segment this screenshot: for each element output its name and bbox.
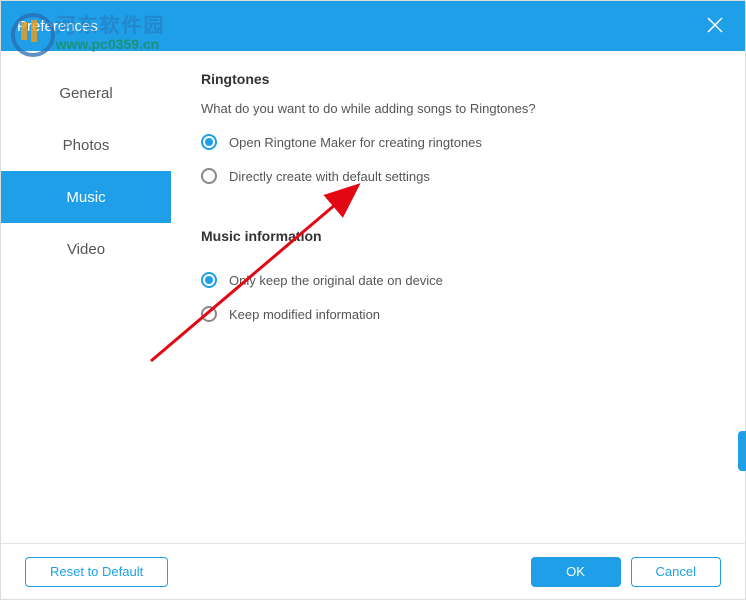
sidebar-item-label: General [59, 85, 112, 102]
window-title: Preferences [17, 18, 98, 35]
ok-button[interactable]: OK [531, 557, 621, 587]
musicinfo-option-keep-original[interactable]: Only keep the original date on device [201, 272, 715, 288]
radio-icon [201, 168, 217, 184]
reset-to-default-button[interactable]: Reset to Default [25, 557, 168, 587]
ringtones-option-direct-create[interactable]: Directly create with default settings [201, 168, 715, 184]
cancel-button[interactable]: Cancel [631, 557, 721, 587]
sidebar-item-music[interactable]: Music [1, 171, 171, 223]
sidebar-item-label: Video [67, 241, 105, 258]
radio-icon [201, 306, 217, 322]
button-label: Reset to Default [50, 564, 143, 579]
sidebar: General Photos Music Video [1, 51, 171, 545]
radio-label: Open Ringtone Maker for creating rington… [229, 135, 482, 150]
main-panel: Ringtones What do you want to do while a… [171, 51, 745, 545]
ringtones-section-title: Ringtones [201, 71, 715, 87]
ringtones-option-open-maker[interactable]: Open Ringtone Maker for creating rington… [201, 134, 715, 150]
button-label: Cancel [656, 564, 696, 579]
footer: Reset to Default OK Cancel [1, 543, 745, 599]
radio-label: Keep modified information [229, 307, 380, 322]
sidebar-item-label: Photos [63, 137, 110, 154]
close-icon [705, 15, 725, 35]
sidebar-item-video[interactable]: Video [1, 223, 171, 275]
musicinfo-section-title: Music information [201, 228, 715, 244]
sidebar-item-photos[interactable]: Photos [1, 119, 171, 171]
sidebar-item-label: Music [66, 189, 105, 206]
radio-icon [201, 134, 217, 150]
musicinfo-option-keep-modified[interactable]: Keep modified information [201, 306, 715, 322]
sidebar-item-general[interactable]: General [1, 67, 171, 119]
button-label: OK [566, 564, 585, 579]
ringtones-section-desc: What do you want to do while adding song… [201, 101, 715, 116]
radio-icon [201, 272, 217, 288]
close-button[interactable] [705, 15, 725, 40]
radio-label: Directly create with default settings [229, 169, 430, 184]
side-floating-tab[interactable] [738, 431, 746, 471]
radio-label: Only keep the original date on device [229, 273, 443, 288]
titlebar: Preferences [1, 1, 745, 51]
